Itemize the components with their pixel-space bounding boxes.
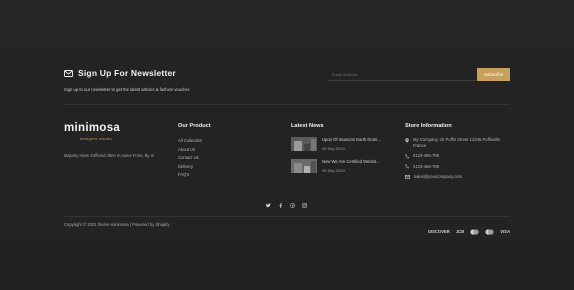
store-info-column: Store Information My Company, 42 Puffin … — [405, 123, 510, 185]
discover-icon: DISCOVER — [427, 228, 450, 234]
facebook-icon[interactable] — [278, 203, 283, 208]
newsletter-title: Sign Up For Newsletter — [78, 68, 176, 78]
instagram-icon[interactable] — [302, 203, 307, 208]
news-thumbnail[interactable] — [291, 137, 317, 151]
footer-link-faqs[interactable]: FAQ's — [178, 171, 211, 180]
visa-icon: VISA — [500, 228, 510, 234]
news-date: 05 Sep 2019 — [322, 146, 345, 151]
store-fax: 0123-456-789 — [405, 164, 510, 170]
footer-link-all-collection[interactable]: All Collection — [178, 137, 211, 146]
news-title[interactable]: Upon Of Seasons Earth Domi... — [322, 137, 381, 142]
news-item[interactable]: Now We Are Certified Websit... 05 Sep 20… — [291, 159, 381, 173]
news-item[interactable]: Upon Of Seasons Earth Domi... 05 Sep 201… — [291, 137, 381, 151]
store-info-title: Store Information — [405, 123, 452, 129]
news-date: 05 Sep 2019 — [322, 168, 345, 173]
social-links — [266, 203, 307, 208]
footer-link-delivery[interactable]: Delivery — [178, 163, 211, 172]
store-address: My Company, 42 Puffin Street 12345 Puffi… — [405, 137, 510, 148]
our-product-links: All Collection About Us Contact Us Deliv… — [178, 137, 211, 180]
footer-link-contact-us[interactable]: Contact Us — [178, 154, 211, 163]
divider — [64, 216, 510, 217]
divider — [64, 104, 510, 105]
pinterest-icon[interactable] — [290, 203, 295, 208]
phone-icon — [405, 164, 409, 169]
our-product-title: Our Product — [178, 123, 211, 129]
subscribe-button[interactable]: Subscribe — [477, 68, 510, 81]
our-product-column: Our Product All Collection About Us Cont… — [178, 123, 211, 180]
news-thumbnail[interactable] — [291, 159, 317, 173]
footer-link-about-us[interactable]: About Us — [178, 146, 211, 155]
envelope-icon — [64, 64, 73, 82]
latest-news-column: Latest News Upon Of Seasons Earth Domi..… — [291, 123, 381, 181]
news-title[interactable]: Now We Are Certified Websit... — [322, 159, 379, 164]
store-email-text[interactable]: sales@yourcompany.com — [414, 174, 462, 180]
store-phone: 0123-456-789 — [405, 153, 510, 159]
map-pin-icon — [405, 137, 409, 143]
envelope-icon — [405, 174, 410, 179]
bottom-band — [0, 236, 574, 290]
store-address-text: My Company, 42 Puffin Street 12345 Puffi… — [413, 137, 501, 148]
logo[interactable]: minimosa — [64, 122, 168, 135]
newsletter-email-input[interactable] — [328, 68, 477, 81]
jcb-icon: JCB — [455, 228, 465, 234]
twitter-icon[interactable] — [266, 203, 271, 208]
newsletter-section: Sign Up For Newsletter Sign up to our ne… — [64, 64, 510, 92]
copyright-text: Copyright © 2021 theme-minimosa | Powere… — [64, 222, 170, 227]
store-phone-text[interactable]: 0123-456-789 — [413, 164, 439, 170]
store-phone-text[interactable]: 0123-456-789 — [413, 153, 439, 159]
newsletter-form: Subscribe — [328, 68, 510, 81]
latest-news-title: Latest News — [291, 123, 324, 129]
logo-tagline: designer-studio — [80, 135, 112, 141]
store-email: sales@yourcompany.com — [405, 174, 510, 180]
top-band — [0, 0, 574, 48]
about-text: Majority Have Suffered Alten In Asme Fro… — [64, 152, 155, 158]
phone-icon — [405, 153, 409, 158]
brand-column: minimosa designer-studio Majority Have S… — [64, 122, 168, 159]
newsletter-subtitle: Sign up to our newsletter to get the lat… — [64, 87, 191, 92]
